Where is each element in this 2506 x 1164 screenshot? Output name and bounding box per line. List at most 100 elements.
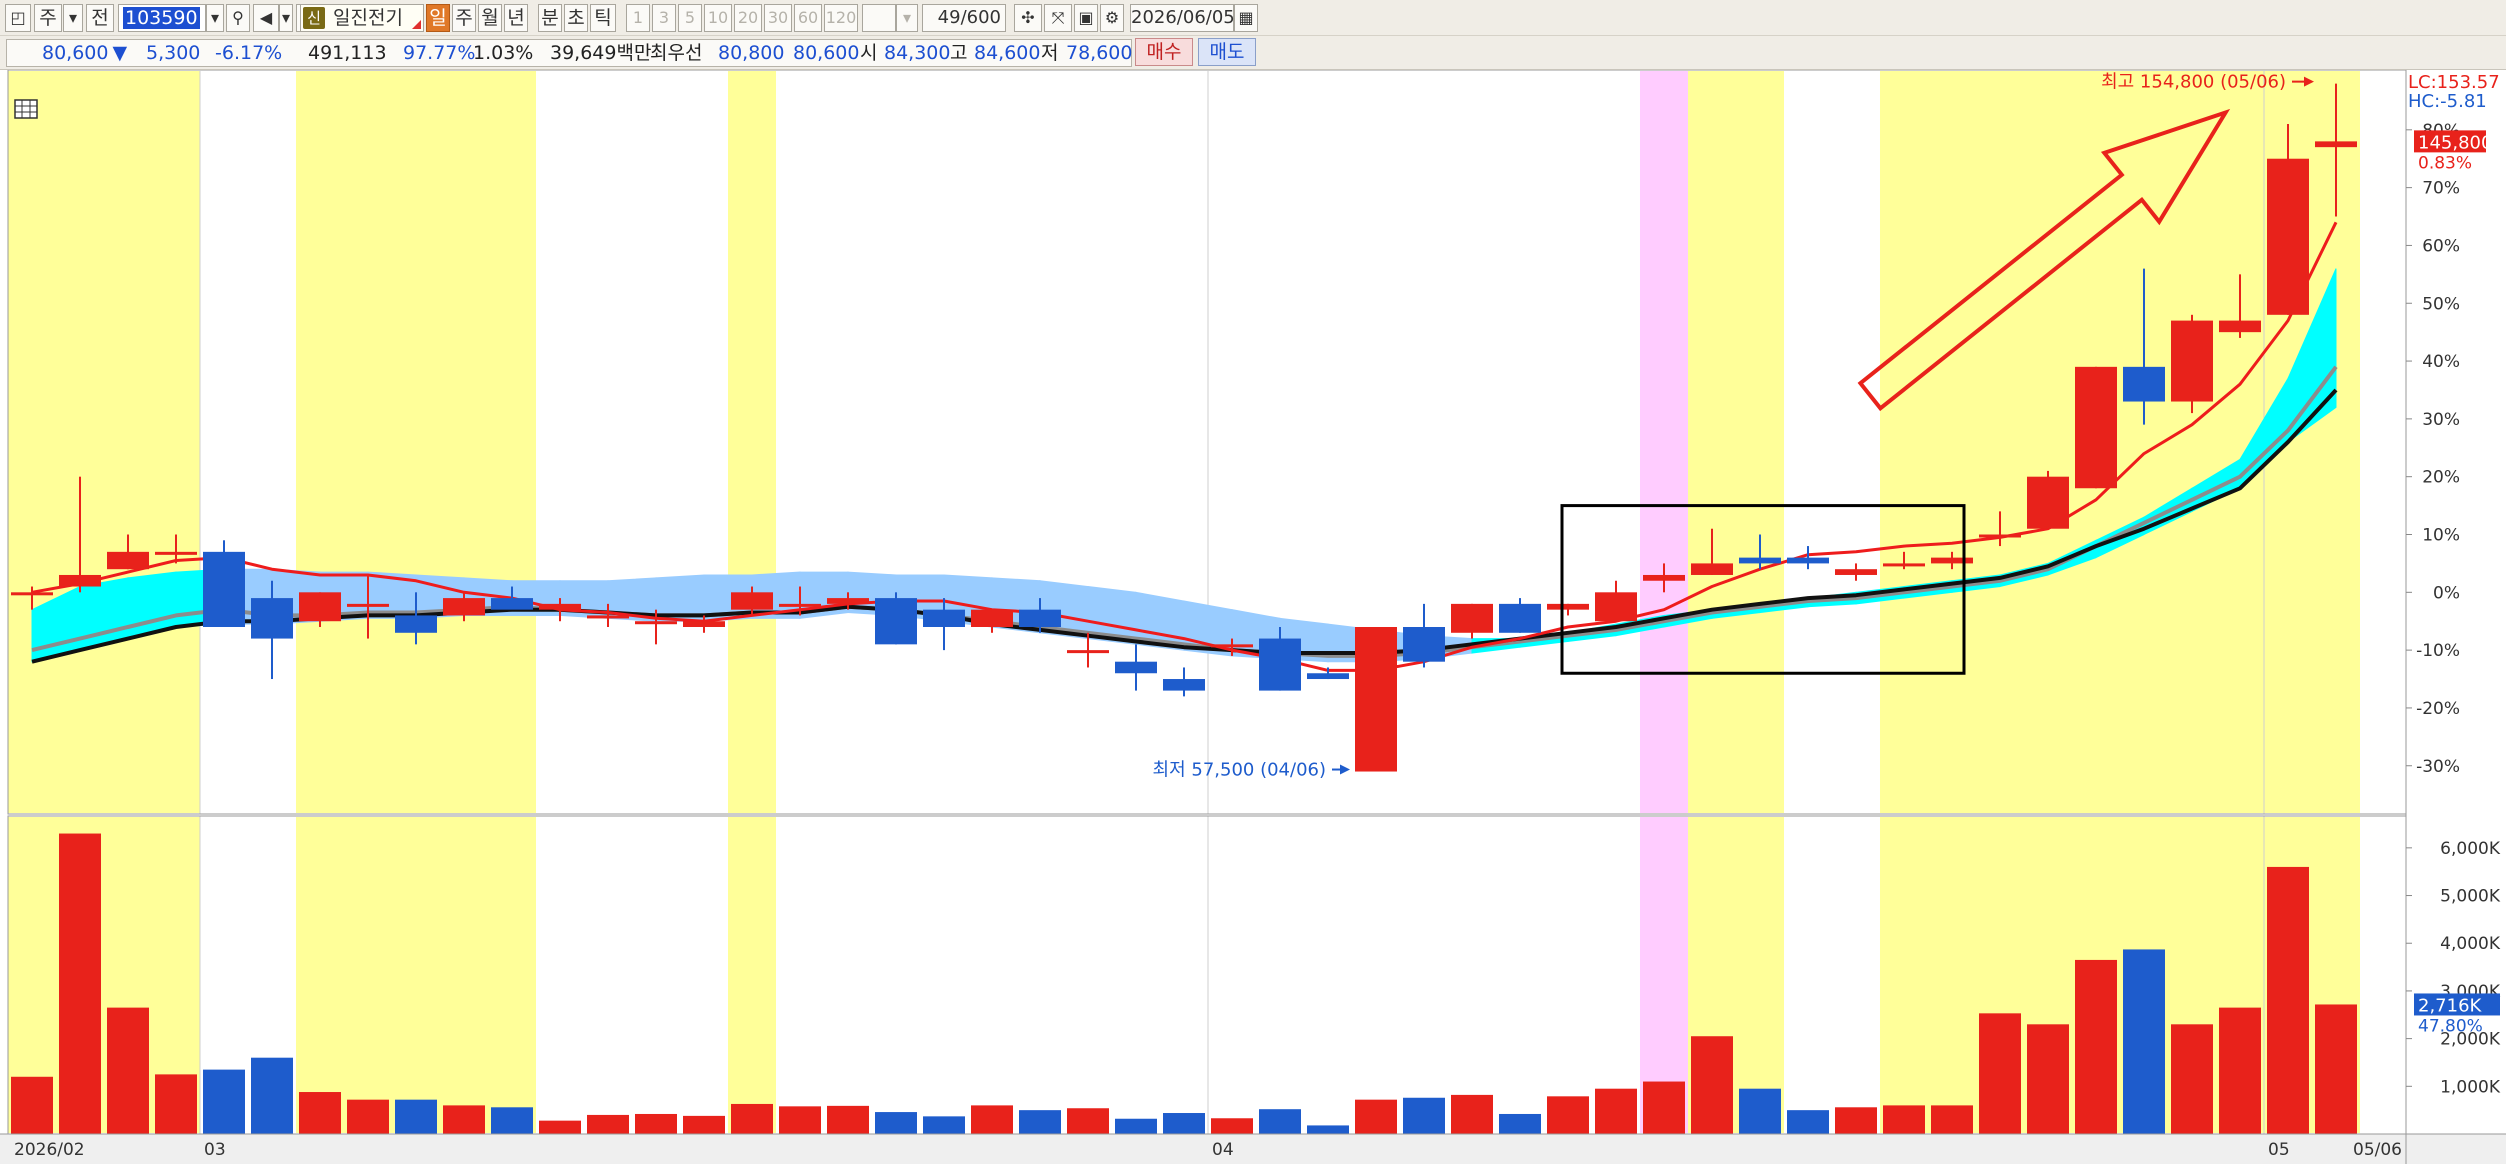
y-tick-label: 0% bbox=[2433, 583, 2460, 603]
hc-label: HC:-5.81 bbox=[2408, 91, 2487, 112]
volume-bar bbox=[1691, 1036, 1733, 1134]
volume-bar bbox=[1355, 1099, 1397, 1134]
volume-ratio: 97.77% bbox=[403, 42, 476, 64]
period-short-select[interactable]: 주 bbox=[34, 4, 62, 32]
volume-bar bbox=[1787, 1110, 1829, 1134]
count-input[interactable]: 49/600 bbox=[922, 4, 1006, 32]
candle-body bbox=[59, 574, 101, 587]
volume-bar bbox=[1595, 1088, 1637, 1134]
candle-body bbox=[2123, 366, 2165, 402]
candle-body bbox=[491, 598, 533, 610]
candle-body bbox=[2315, 141, 2357, 148]
volume-bar bbox=[155, 1074, 197, 1134]
prev-button[interactable]: 전 bbox=[86, 4, 114, 32]
volume-pct-tag: 47.80% bbox=[2418, 1016, 2483, 1036]
layout-icon[interactable]: ◰ bbox=[5, 4, 31, 32]
candle-body bbox=[779, 603, 821, 607]
interval-5[interactable]: 5 bbox=[678, 4, 702, 32]
speaker-dropdown-icon[interactable]: ▾ bbox=[279, 4, 293, 32]
tab-second[interactable]: 초 bbox=[564, 4, 588, 32]
candle-body bbox=[1163, 679, 1205, 691]
candle-body bbox=[347, 603, 389, 607]
code-dropdown-icon[interactable]: ▾ bbox=[206, 4, 224, 32]
date-input[interactable]: 2026/06/05 bbox=[1130, 4, 1235, 32]
volume-bar bbox=[1547, 1096, 1589, 1134]
y-tick-label: 60% bbox=[2422, 236, 2460, 256]
candle-body bbox=[1883, 563, 1925, 567]
chart-toolbar: ◰ 주 ▾ 전 103590 ▾ ⚲ ◀ ▾ ⋮ 신 일진전기 일 주 월 년 … bbox=[0, 0, 2506, 36]
tab-weekly[interactable]: 주 bbox=[452, 4, 476, 32]
candle-body bbox=[2267, 158, 2309, 315]
interval-10[interactable]: 10 bbox=[704, 4, 732, 32]
y-tick-label: -10% bbox=[2416, 641, 2460, 661]
candle-body bbox=[1499, 603, 1541, 633]
candle-body bbox=[1451, 603, 1493, 633]
stock-code-input[interactable]: 103590 bbox=[118, 4, 206, 32]
volume-bar bbox=[923, 1116, 965, 1134]
volume-bar bbox=[1211, 1118, 1253, 1134]
tab-tick[interactable]: 틱 bbox=[590, 4, 616, 32]
interval-1[interactable]: 1 bbox=[626, 4, 650, 32]
speaker-icon[interactable]: ◀ bbox=[253, 4, 279, 32]
search-icon[interactable]: ⚲ bbox=[226, 4, 250, 32]
volume-bar bbox=[1931, 1105, 1973, 1134]
candle-body bbox=[251, 598, 293, 639]
drawing-tools-icon[interactable]: ⤧ bbox=[1044, 4, 1072, 32]
interval-120[interactable]: 120 bbox=[824, 4, 858, 32]
volume-bar bbox=[1883, 1105, 1925, 1134]
interval-20[interactable]: 20 bbox=[734, 4, 762, 32]
volume-bar bbox=[1979, 1013, 2021, 1134]
volume-bar bbox=[635, 1113, 677, 1134]
volume-bar bbox=[395, 1099, 437, 1134]
lc-label: LC:153.57 bbox=[2408, 72, 2500, 93]
candle-body bbox=[443, 598, 485, 616]
x-tick-label: 04 bbox=[1212, 1140, 1234, 1160]
price-change: 5,300 bbox=[146, 42, 201, 64]
interval-30[interactable]: 30 bbox=[764, 4, 792, 32]
volume-tick-label: 1,000K bbox=[2440, 1077, 2501, 1097]
tab-yearly[interactable]: 년 bbox=[504, 4, 528, 32]
volume-tick-label: 6,000K bbox=[2440, 839, 2501, 859]
y-tick-label: 20% bbox=[2422, 468, 2460, 488]
candle-body bbox=[587, 615, 629, 619]
trade-amount: 39,649백만 bbox=[550, 42, 652, 64]
tab-minute[interactable]: 분 bbox=[538, 4, 562, 32]
gear-icon[interactable]: ⚙ bbox=[1100, 4, 1124, 32]
chevron-down-icon[interactable]: ▾ bbox=[63, 4, 83, 32]
count-current: 49 bbox=[937, 7, 961, 28]
stock-chart[interactable]: 2026/0203040505/0680%70%60%50%40%30%20%1… bbox=[0, 69, 2506, 1164]
corner-marker-icon bbox=[412, 20, 421, 29]
candle-body bbox=[875, 598, 917, 645]
candle-body bbox=[203, 551, 245, 627]
custom-interval-input[interactable] bbox=[862, 4, 896, 32]
calendar-icon[interactable]: ▦ bbox=[1234, 4, 1258, 32]
interval-60[interactable]: 60 bbox=[794, 4, 822, 32]
last-price-tag-text: 145,800 bbox=[2418, 132, 2492, 153]
candlestick-chart-svg[interactable]: 2026/0203040505/0680%70%60%50%40%30%20%1… bbox=[0, 69, 2506, 1164]
highlight-band-volume bbox=[728, 817, 776, 1133]
low-label: 저 bbox=[1041, 42, 1059, 64]
crosshair-icon[interactable]: ✣ bbox=[1014, 4, 1042, 32]
volume-bar bbox=[1115, 1118, 1157, 1134]
tab-monthly[interactable]: 월 bbox=[478, 4, 502, 32]
grid-icon bbox=[14, 99, 38, 119]
low-price: 78,600 bbox=[1066, 42, 1133, 64]
highlight-band-price bbox=[728, 71, 776, 813]
tab-daily[interactable]: 일 bbox=[426, 4, 450, 32]
stock-name-field[interactable]: 신 일진전기 bbox=[300, 4, 424, 32]
candle-body bbox=[1547, 603, 1589, 610]
volume-bar bbox=[1835, 1107, 1877, 1134]
candle-body bbox=[395, 615, 437, 633]
x-axis-last-date: 05/06 bbox=[2353, 1140, 2402, 1160]
interval-dropdown-icon[interactable]: ▾ bbox=[896, 4, 918, 32]
volume-bar bbox=[203, 1069, 245, 1134]
save-icon[interactable]: ▣ bbox=[1074, 4, 1098, 32]
priority-label: 최우선 bbox=[650, 42, 703, 64]
volume-bar bbox=[1739, 1088, 1781, 1134]
sell-button[interactable]: 매도 bbox=[1198, 38, 1256, 66]
highlight-band-price bbox=[1640, 71, 1688, 813]
last-pct-tag: 0.83% bbox=[2418, 153, 2472, 173]
interval-3[interactable]: 3 bbox=[652, 4, 676, 32]
current-price: 80,600 ▼ bbox=[42, 40, 127, 66]
buy-button[interactable]: 매수 bbox=[1135, 38, 1193, 66]
